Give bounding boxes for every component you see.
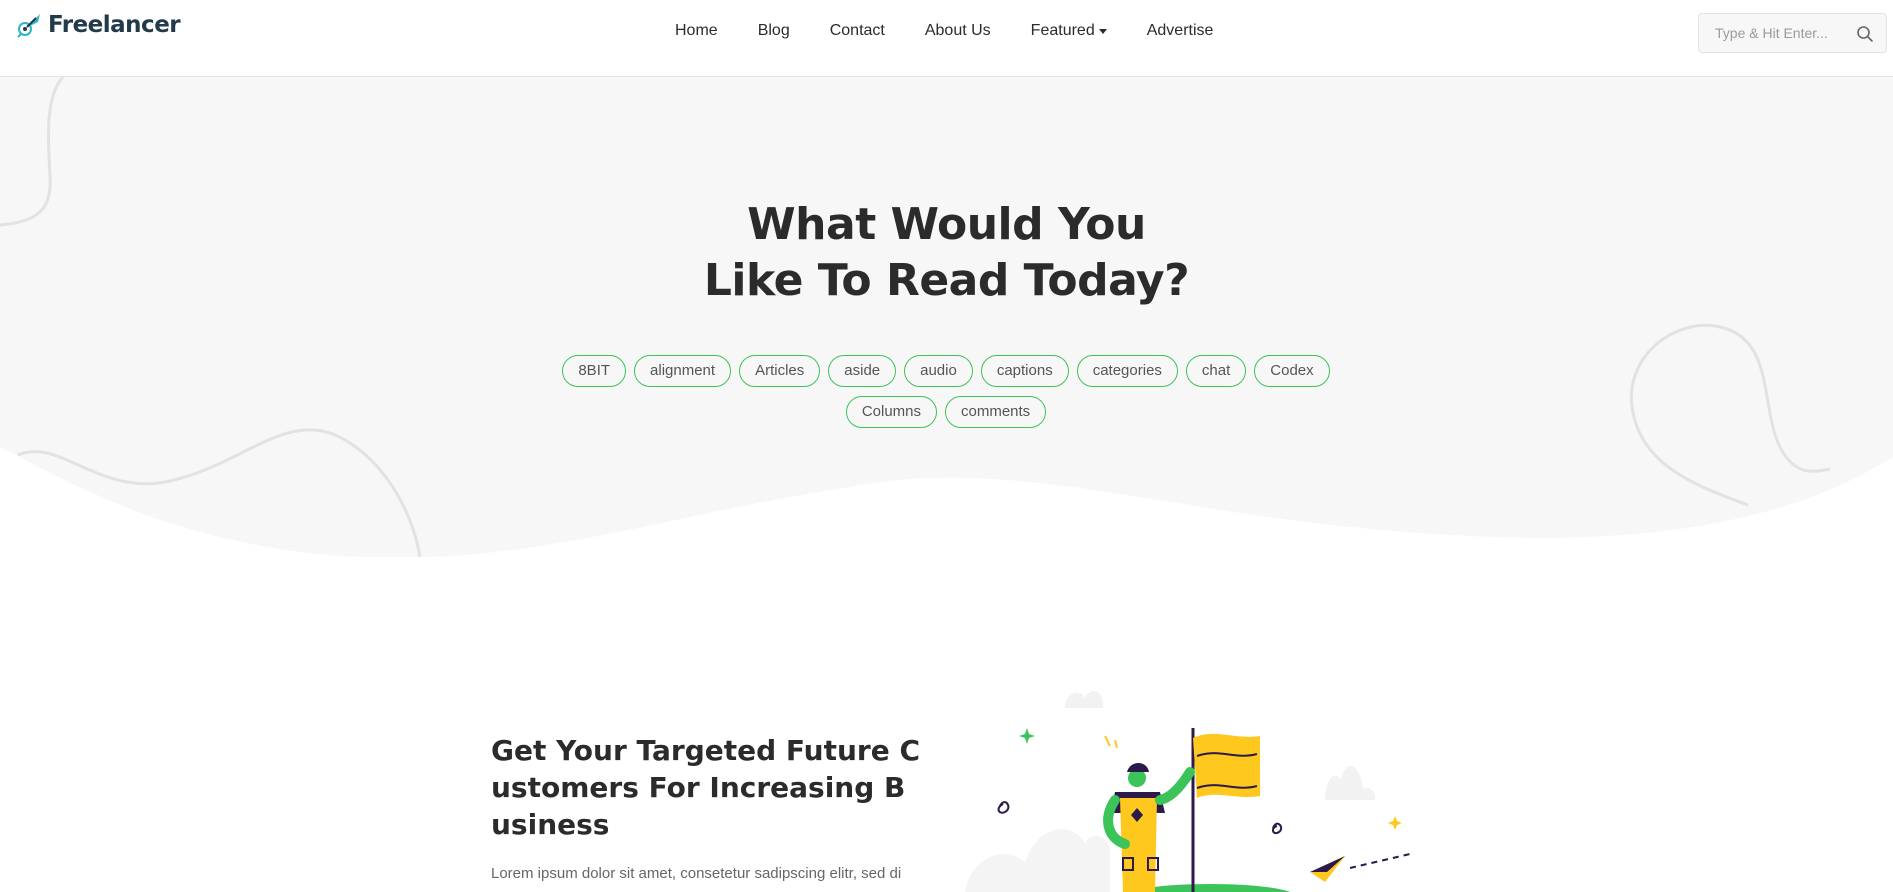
nav-about-us[interactable]: About Us — [925, 20, 991, 42]
nav-advertise[interactable]: Advertise — [1147, 20, 1214, 42]
search-box — [1698, 13, 1887, 53]
tag-columns[interactable]: Columns — [845, 396, 937, 428]
tag-chat[interactable]: chat — [1185, 355, 1247, 387]
caret-down-icon — [1098, 29, 1107, 34]
tag-articles[interactable]: Articles — [739, 355, 821, 387]
tag-comments[interactable]: comments — [945, 396, 1047, 428]
nav-home[interactable]: Home — [675, 20, 718, 42]
tag-cloud: 8BIT alignment Articles aside audio capt… — [546, 355, 1346, 428]
feature-heading: Get Your Targeted Future Customers For I… — [491, 734, 921, 841]
tag-audio[interactable]: audio — [904, 355, 973, 387]
tag-8bit[interactable]: 8BIT — [562, 355, 627, 387]
hero-heading: What Would You Like To Read Today? — [0, 197, 1893, 309]
tag-categories[interactable]: categories — [1076, 355, 1178, 387]
hero-heading-line1: What Would You — [747, 199, 1146, 250]
nav-blog[interactable]: Blog — [758, 20, 790, 42]
feature-body-text: Lorem ipsum dolor sit amet, consetetur s… — [491, 865, 902, 882]
nav-contact[interactable]: Contact — [830, 20, 885, 42]
search-input[interactable] — [1699, 14, 1849, 52]
site-header: Freelancer Home Blog Contact About Us Fe… — [0, 0, 1893, 77]
nav-featured-dropdown[interactable]: Featured — [1031, 20, 1107, 42]
tag-captions[interactable]: captions — [980, 355, 1069, 387]
tag-alignment[interactable]: alignment — [634, 355, 732, 387]
rocket-icon — [17, 14, 40, 38]
tag-codex[interactable]: Codex — [1254, 355, 1330, 387]
nav-featured-label: Featured — [1030, 22, 1095, 39]
hero-background-shape — [0, 77, 1893, 557]
flag-person-illustration — [965, 691, 1411, 892]
brand-logo[interactable]: Freelancer — [14, 10, 181, 40]
search-icon[interactable] — [1856, 25, 1874, 43]
brand-name: Freelancer — [48, 12, 181, 38]
hero-heading-line2: Like To Read Today? — [703, 255, 1190, 306]
main-nav: Home Blog Contact About Us Featured Adve… — [675, 20, 1213, 42]
tag-aside[interactable]: aside — [828, 355, 897, 387]
hero-section: What Would You Like To Read Today? 8BIT … — [0, 77, 1893, 557]
